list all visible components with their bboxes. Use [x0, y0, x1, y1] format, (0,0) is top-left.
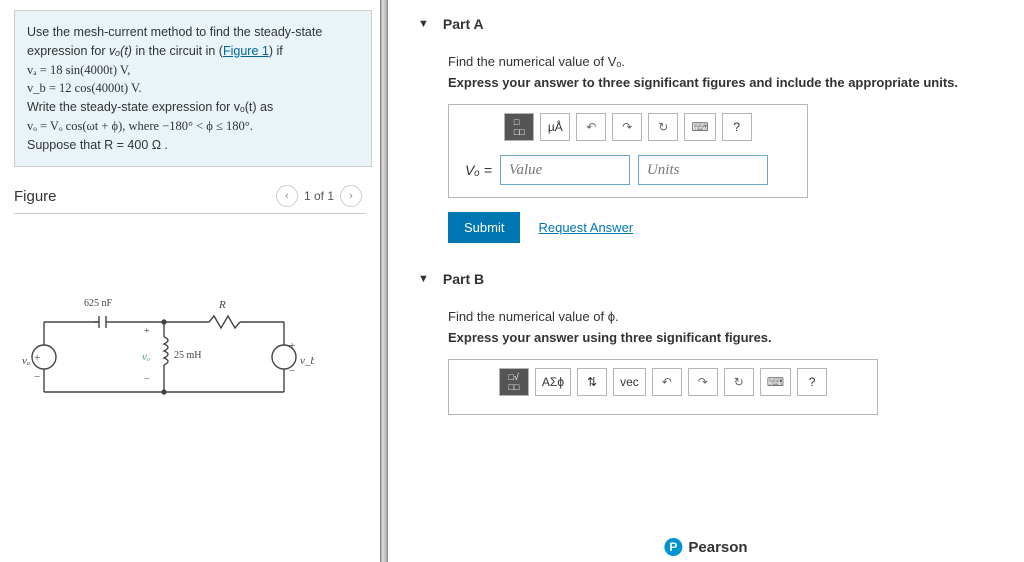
template-button[interactable]: □□□ [504, 113, 534, 141]
request-answer-link[interactable]: Request Answer [538, 220, 633, 235]
figure-link[interactable]: Figure 1 [223, 44, 269, 58]
collapse-icon: ▼ [418, 273, 429, 285]
reset-button[interactable]: ↻ [648, 113, 678, 141]
collapse-icon: ▼ [418, 18, 429, 30]
svg-text:−: − [34, 371, 40, 383]
answer-box-b: □√□□ ΑΣϕ ⇅ vec ↶ ↷ ↻ ⌨ ? [448, 359, 878, 415]
part-b-hint: Express your answer using three signific… [448, 330, 1014, 345]
vo-var: vₒ(t) [109, 44, 132, 58]
value-input[interactable] [500, 155, 630, 185]
part-b-title: Part B [443, 271, 484, 287]
units-input[interactable] [638, 155, 768, 185]
figure-nav: ‹ 1 of 1 › [276, 185, 362, 207]
redo-button[interactable]: ↷ [688, 368, 718, 396]
figure-viewport[interactable]: + − vₐ 625 nF 25 mH + − vₒ R [14, 222, 380, 502]
part-b-instruction: Find the numerical value of ϕ. [448, 309, 1014, 324]
submit-button[interactable]: Submit [448, 212, 520, 243]
problem-statement: Use the mesh-current method to find the … [14, 10, 372, 167]
redo-button[interactable]: ↷ [612, 113, 642, 141]
keyboard-button[interactable]: ⌨ [760, 368, 791, 396]
divider [14, 213, 366, 214]
part-a-hint: Express your answer to three significant… [448, 75, 1014, 90]
figure-counter: 1 of 1 [304, 189, 334, 203]
svg-text:vₐ: vₐ [22, 355, 30, 367]
undo-button[interactable]: ↶ [652, 368, 682, 396]
eq-vb: v_b = 12 cos(4000t) V. [27, 81, 142, 95]
units-button[interactable]: µÅ [540, 113, 570, 141]
template-button[interactable]: □√□□ [499, 368, 529, 396]
svg-text:+: + [289, 340, 295, 352]
reset-button[interactable]: ↻ [724, 368, 754, 396]
eq-va: vₐ = 18 sin(4000t) V, [27, 63, 130, 77]
keyboard-button[interactable]: ⌨ [684, 113, 715, 141]
svg-text:vₒ: vₒ [142, 351, 150, 363]
undo-button[interactable]: ↶ [576, 113, 606, 141]
pearson-text: Pearson [688, 539, 747, 556]
figure-prev-button[interactable]: ‹ [276, 185, 298, 207]
greek-button[interactable]: ΑΣϕ [535, 368, 571, 396]
write-expr: Write the steady-state expression for vₒ… [27, 100, 273, 114]
part-a-instruction: Find the numerical value of Vₒ. [448, 54, 1014, 69]
svg-text:−: − [144, 374, 150, 385]
part-b-header[interactable]: ▼ Part B [418, 271, 1014, 287]
circuit-diagram: + − vₐ 625 nF 25 mH + − vₒ R [14, 282, 314, 422]
svg-text:625 nF: 625 nF [84, 298, 113, 309]
svg-text:R: R [218, 299, 226, 311]
svg-text:+: + [34, 352, 40, 364]
panel-splitter[interactable] [380, 0, 388, 562]
answer-box-a: □□□ µÅ ↶ ↷ ↻ ⌨ ? Vₒ = [448, 104, 808, 198]
svg-text:+: + [144, 326, 150, 337]
svg-text:25 mH: 25 mH [174, 350, 202, 361]
figure-title: Figure [14, 188, 57, 205]
help-button[interactable]: ? [797, 368, 827, 396]
pearson-footer: P Pearson [664, 538, 747, 556]
figure-next-button[interactable]: › [340, 185, 362, 207]
answer-label: Vₒ = [465, 162, 492, 178]
vec-button[interactable]: vec [613, 368, 646, 396]
svg-text:−: − [289, 365, 295, 377]
eq-vo: vₒ = Vₒ cos(ωt + ϕ), where −180° < ϕ ≤ 1… [27, 119, 253, 133]
suppose: Suppose that R = 400 Ω . [27, 138, 168, 152]
part-a-header[interactable]: ▼ Part A [418, 16, 1014, 32]
subscript-button[interactable]: ⇅ [577, 368, 607, 396]
part-a-title: Part A [443, 16, 484, 32]
svg-text:v_b: v_b [300, 355, 314, 367]
pearson-logo-icon: P [664, 538, 682, 556]
help-button[interactable]: ? [722, 113, 752, 141]
